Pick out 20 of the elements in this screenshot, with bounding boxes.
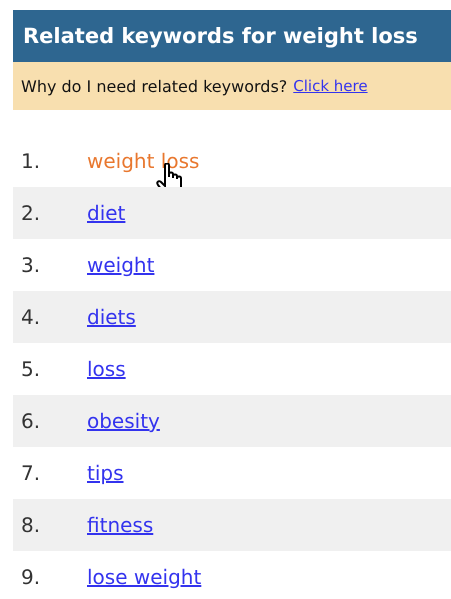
keyword-link[interactable]: tips bbox=[87, 461, 124, 485]
keyword-number: 4. bbox=[20, 305, 42, 329]
keyword-number: 1. bbox=[20, 149, 42, 173]
help-link[interactable]: Click here bbox=[293, 77, 368, 95]
help-question: Why do I need related keywords? bbox=[21, 76, 288, 96]
keyword-number: 7. bbox=[20, 461, 42, 485]
keyword-number: 6. bbox=[20, 409, 42, 433]
keyword-link[interactable]: fitness bbox=[87, 513, 154, 537]
keyword-link[interactable]: diets bbox=[87, 305, 136, 329]
keyword-link[interactable]: loss bbox=[87, 357, 126, 381]
keyword-link[interactable]: obesity bbox=[87, 409, 160, 433]
keyword-number: 5. bbox=[20, 357, 42, 381]
keyword-link[interactable]: diet bbox=[87, 201, 126, 225]
keyword-number: 8. bbox=[20, 513, 42, 537]
keyword-link[interactable]: weight bbox=[87, 253, 154, 277]
keyword-number: 3. bbox=[20, 253, 42, 277]
keyword-number: 2. bbox=[20, 201, 42, 225]
keyword-link[interactable]: lose weight bbox=[87, 565, 202, 589]
keyword-number: 9. bbox=[20, 565, 42, 589]
panel-title: Related keywords for weight loss bbox=[13, 10, 451, 62]
